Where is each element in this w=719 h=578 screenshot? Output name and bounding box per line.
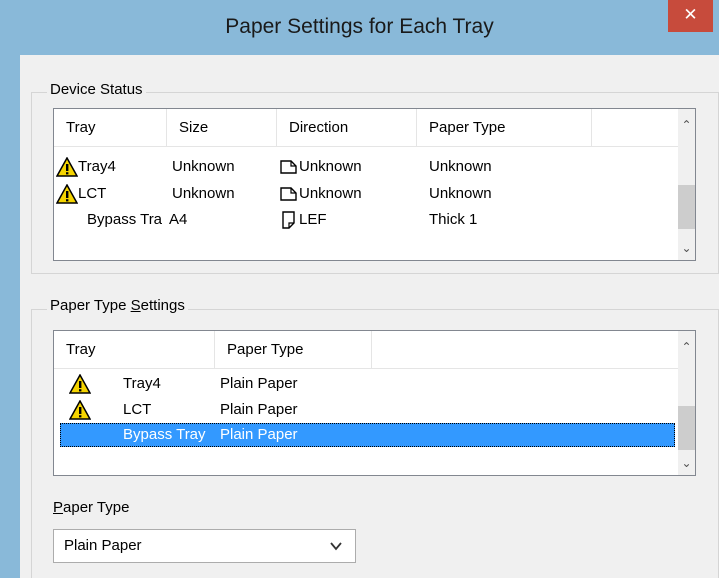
paper-type-label-accesskey: P <box>53 499 64 516</box>
landscape-paper-icon <box>280 160 297 174</box>
chevron-down-icon[interactable] <box>329 539 343 553</box>
device-status-label: Device Status <box>47 81 146 98</box>
title-bar[interactable]: Paper Settings for Each Tray ✕ <box>0 0 719 55</box>
device-status-scrollbar[interactable]: ⌃ ⌄ <box>678 109 695 260</box>
paper-type-settings-label-accesskey: S <box>130 297 141 314</box>
paper-type-selected-value: Plain Paper <box>64 537 142 554</box>
size-cell: Unknown <box>172 158 235 175</box>
paper-type-cell: Thick 1 <box>429 211 478 228</box>
paper-type-settings-header: Tray Paper Type <box>54 331 678 369</box>
scroll-up-arrow-icon[interactable]: ⌃ <box>678 337 695 357</box>
paper-type-settings-label-rest: ettings <box>140 297 185 314</box>
warning-icon <box>56 184 78 204</box>
landscape-paper-icon <box>280 187 297 201</box>
scroll-down-arrow-icon[interactable]: ⌄ <box>678 453 695 473</box>
scroll-thumb[interactable] <box>678 406 695 450</box>
paper-type-settings-scrollbar[interactable]: ⌃ ⌄ <box>678 331 695 475</box>
tray-cell: Tray4 <box>78 158 116 175</box>
table-row[interactable]: LCT Plain Paper <box>54 397 678 423</box>
paper-type-cell: Unknown <box>429 158 492 175</box>
scroll-up-arrow-icon[interactable]: ⌃ <box>678 115 695 135</box>
column-header-paper-type[interactable]: Paper Type <box>417 109 592 147</box>
paper-type-label: Paper Type <box>53 499 129 516</box>
window-title: Paper Settings for Each Tray <box>225 15 494 38</box>
tray-cell: Tray4 <box>123 375 161 392</box>
table-row[interactable]: Tray4 Unknown Unknown Unknown <box>54 154 678 180</box>
paper-type-dropdown[interactable]: Plain Paper <box>53 529 356 563</box>
scroll-down-arrow-icon[interactable]: ⌄ <box>678 238 695 258</box>
direction-cell: LEF <box>299 211 327 228</box>
paper-type-settings-label: Paper Type Settings <box>47 297 188 314</box>
table-row[interactable]: Tray4 Plain Paper <box>54 371 678 397</box>
table-row[interactable]: LCT Unknown Unknown Unknown <box>54 181 678 207</box>
tray-cell: LCT <box>123 401 152 418</box>
tray-cell: LCT <box>78 185 107 202</box>
device-status-list[interactable]: Tray Size Direction Paper Type Tray4 Unk… <box>53 108 696 261</box>
column-header-direction[interactable]: Direction <box>277 109 417 147</box>
paper-type-cell: Plain Paper <box>220 426 298 443</box>
table-row-selected[interactable]: Bypass Tray Plain Paper <box>60 423 675 447</box>
tray-cell: Bypass Tra <box>87 211 163 228</box>
direction-cell: Unknown <box>299 158 362 175</box>
paper-type-settings-label-text: Paper Type <box>50 297 131 314</box>
close-button[interactable]: ✕ <box>668 0 713 32</box>
table-row[interactable]: Bypass Tra A4 LEF Thick 1 <box>54 207 678 233</box>
warning-icon <box>56 157 78 177</box>
tray-cell: Bypass Tray <box>123 426 206 443</box>
paper-type-label-text: aper Type <box>63 499 130 516</box>
dialog-window: Paper Settings for Each Tray ✕ Device St… <box>0 0 719 578</box>
paper-type-cell: Plain Paper <box>220 375 298 392</box>
portrait-paper-icon <box>282 211 295 229</box>
scroll-thumb[interactable] <box>678 185 695 229</box>
paper-type-cell: Plain Paper <box>220 401 298 418</box>
column-header-paper-type[interactable]: Paper Type <box>215 331 372 369</box>
size-cell: Unknown <box>172 185 235 202</box>
size-cell: A4 <box>169 211 188 228</box>
warning-icon <box>69 400 91 420</box>
direction-cell: Unknown <box>299 185 362 202</box>
column-header-tray[interactable]: Tray <box>54 331 215 369</box>
warning-icon <box>69 374 91 394</box>
dialog-client-area: Device Status Tray Size Direction Paper … <box>20 55 719 578</box>
paper-type-settings-list[interactable]: Tray Paper Type Tray4 Plain Paper LCT Pl… <box>53 330 696 476</box>
column-header-size[interactable]: Size <box>167 109 277 147</box>
paper-type-cell: Unknown <box>429 185 492 202</box>
column-header-tray[interactable]: Tray <box>54 109 167 147</box>
device-status-header: Tray Size Direction Paper Type <box>54 109 678 147</box>
